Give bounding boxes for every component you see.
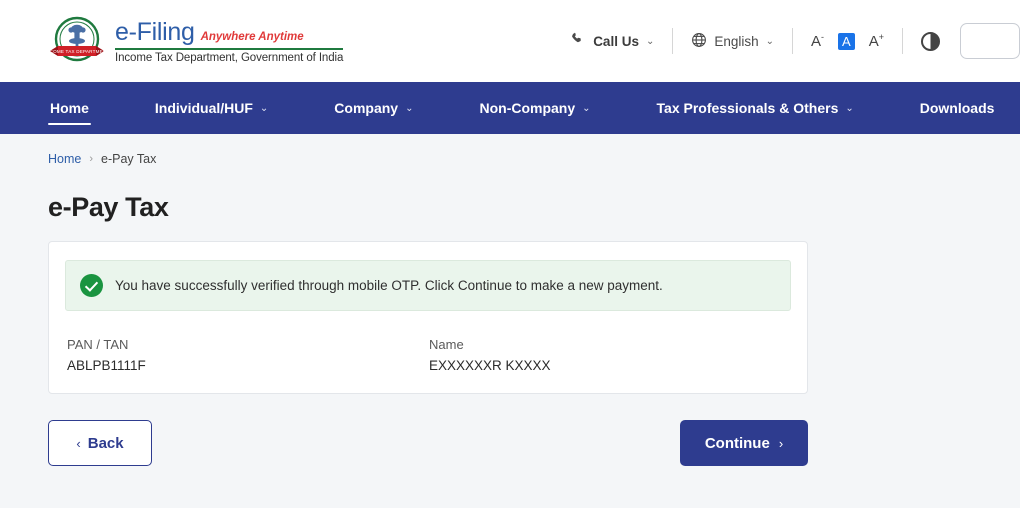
svg-text:INCOME TAX DEPARTMENT: INCOME TAX DEPARTMENT (48, 49, 106, 54)
contrast-toggle-icon[interactable] (921, 31, 940, 51)
nav-item-label: Home (50, 100, 89, 116)
breadcrumb-home-link[interactable]: Home (48, 152, 81, 166)
page-title: e-Pay Tax (48, 192, 169, 222)
continue-button-label: Continue (704, 434, 770, 452)
continue-button[interactable]: Continue › (680, 420, 808, 466)
nav-item-label: Individual/HUF (154, 100, 253, 116)
breadcrumb: Home › e-Pay Tax (0, 134, 1020, 166)
nav-item-label: Company (334, 100, 399, 116)
success-check-icon (80, 274, 103, 297)
back-button-label: Back (87, 434, 124, 452)
language-selector[interactable]: English ⌄ (691, 32, 774, 51)
chevron-down-icon: ⌄ (765, 35, 775, 47)
nav-item-company[interactable]: Company ⌄ (332, 82, 415, 134)
nav-item-individual-huf[interactable]: Individual/HUF ⌄ (153, 82, 270, 134)
brand-title: e-Filing (115, 18, 195, 47)
header-divider (672, 28, 674, 54)
chevron-down-icon: ⌄ (845, 102, 854, 114)
call-us-label: Call Us (593, 33, 639, 49)
globe-icon (691, 32, 707, 51)
brand-logo[interactable]: सत्यमेव जयते INCOME TAX DEPARTMENT e-Fil… (45, 15, 344, 67)
phone-icon (571, 32, 586, 50)
header-utility-bar: Call Us ⌄ English ⌄ A- A A+ (571, 0, 1020, 82)
success-alert-message: You have successfully verified through m… (115, 278, 663, 293)
breadcrumb-separator-icon: › (89, 153, 94, 165)
chevron-down-icon: ⌄ (259, 102, 269, 114)
header-divider (902, 28, 903, 54)
font-size-normal-button[interactable]: A (838, 32, 855, 50)
breadcrumb-current: e-Pay Tax (101, 152, 157, 166)
call-us-button[interactable]: Call Us ⌄ (571, 32, 654, 50)
font-size-controls: A- A A+ (811, 32, 884, 50)
chevron-down-icon: ⌄ (645, 35, 655, 47)
success-alert: You have successfully verified through m… (65, 260, 791, 311)
nav-item-tax-professionals-others[interactable]: Tax Professionals & Others ⌄ (655, 82, 856, 134)
site-header: सत्यमेव जयते INCOME TAX DEPARTMENT e-Fil… (0, 0, 1020, 82)
header-divider (792, 28, 794, 54)
brand-tagline: Anywhere Anytime (200, 31, 304, 44)
nav-item-label: Tax Professionals & Others (656, 100, 839, 116)
nav-item-non-company[interactable]: Non-Company ⌄ (477, 82, 592, 134)
field-label: PAN / TAN (67, 337, 129, 352)
taxpayer-details: PAN / TAN ABLPB1111F Name EXXXXXXR KXXXX (65, 337, 791, 373)
nav-item-label: Non-Company (479, 100, 576, 116)
field-label: Name (429, 337, 464, 352)
form-actions: ‹ Back Continue › (48, 420, 808, 466)
epay-tax-card: You have successfully verified through m… (48, 241, 808, 394)
nav-item-label: Downloads (919, 100, 995, 116)
nav-item-home[interactable]: Home (48, 82, 91, 134)
chevron-left-icon: ‹ (76, 435, 81, 451)
main-navigation: Home Individual/HUF ⌄ Company ⌄ Non-Comp… (0, 82, 1020, 134)
chevron-down-icon: ⌄ (582, 102, 591, 114)
nav-item-downloads[interactable]: Downloads (918, 82, 997, 134)
brand-divider (115, 48, 344, 50)
india-emblem-icon: सत्यमेव जयते INCOME TAX DEPARTMENT (45, 15, 109, 67)
field-value: ABLPB1111F (67, 358, 146, 373)
field-name: Name EXXXXXXR KXXXX (429, 337, 791, 373)
brand-subtitle: Income Tax Department, Government of Ind… (115, 51, 344, 64)
back-button[interactable]: ‹ Back (48, 420, 152, 466)
field-pan-tan: PAN / TAN ABLPB1111F (67, 337, 429, 373)
font-size-increase-button[interactable]: A+ (869, 33, 884, 50)
field-value: EXXXXXXR KXXXX (429, 358, 551, 373)
language-label: English (714, 33, 759, 49)
search-input[interactable] (960, 23, 1020, 59)
font-size-decrease-button[interactable]: A- (811, 33, 824, 50)
chevron-down-icon: ⌄ (405, 102, 414, 114)
chevron-right-icon: › (778, 435, 784, 451)
